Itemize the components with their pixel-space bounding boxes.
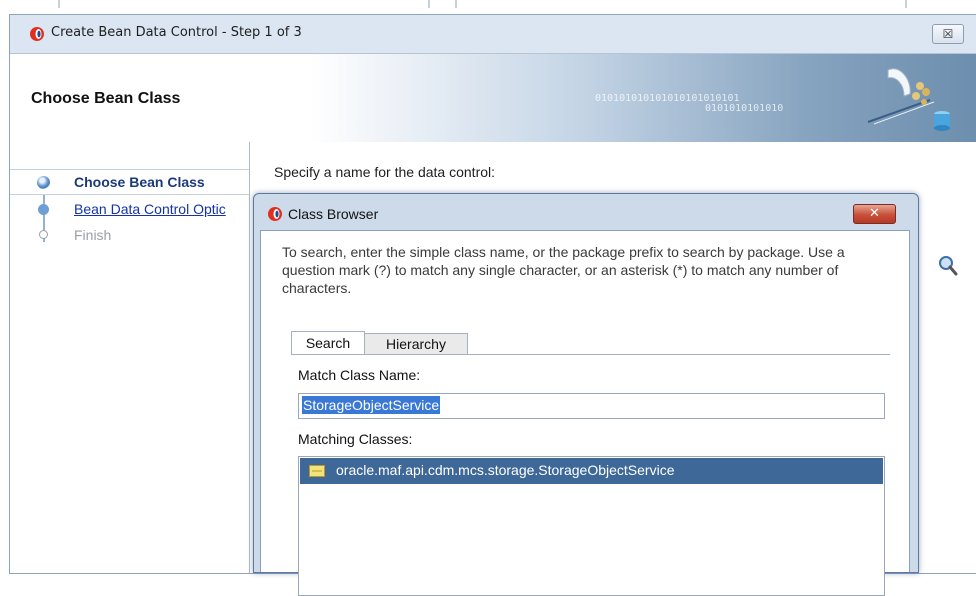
- oracle-app-icon: [29, 26, 45, 46]
- data-control-name-label: Specify a name for the data control:: [274, 164, 496, 180]
- background-divider: [905, 0, 907, 8]
- search-icon[interactable]: [938, 255, 958, 281]
- tab-search[interactable]: Search: [291, 331, 365, 355]
- wizard-graphic-icon: [860, 60, 960, 142]
- background-divider: [428, 0, 430, 8]
- dialog-title: Class Browser: [288, 206, 379, 222]
- step-icon: [38, 204, 49, 215]
- wizard-titlebar[interactable]: Create Bean Data Control - Step 1 of 3 ☒: [10, 15, 976, 51]
- binary-text: 0101010101010: [705, 103, 784, 114]
- step-label[interactable]: Bean Data Control Optic: [74, 201, 226, 217]
- page-title: Choose Bean Class: [31, 90, 181, 107]
- background-window-strip: [0, 0, 976, 14]
- list-item[interactable]: oracle.maf.api.cdm.mcs.storage.StorageOb…: [300, 458, 883, 484]
- search-instructions: To search, enter the simple class name, …: [282, 244, 845, 296]
- step-label: Finish: [74, 227, 112, 243]
- wizard-header-banner: Choose Bean Class 0101010101010101010101…: [10, 53, 976, 144]
- close-button[interactable]: ☒: [932, 24, 964, 44]
- dialog-titlebar[interactable]: Class Browser ✕: [254, 194, 918, 230]
- class-browser-dialog: Class Browser ✕ To search, enter the sim…: [253, 193, 919, 596]
- tab-hierarchy[interactable]: Hierarchy: [365, 333, 468, 355]
- steps-navigation: Choose Bean Class Bean Data Control Opti…: [10, 142, 250, 573]
- match-class-name-input[interactable]: StorageObjectService: [298, 393, 885, 419]
- class-icon: [309, 465, 325, 481]
- dialog-body: To search, enter the simple class name, …: [260, 230, 910, 596]
- oracle-app-icon: [267, 206, 283, 226]
- matching-classes-label: Matching Classes:: [298, 431, 413, 447]
- input-value: StorageObjectService: [302, 396, 441, 414]
- close-icon: ✕: [869, 206, 880, 221]
- close-button[interactable]: ✕: [853, 204, 896, 224]
- step-bean-data-control-options[interactable]: Bean Data Control Optic: [10, 195, 249, 221]
- background-divider: [455, 0, 457, 8]
- step-label: Choose Bean Class: [74, 174, 205, 190]
- step-finish: Finish: [10, 221, 249, 247]
- step-choose-bean-class[interactable]: Choose Bean Class: [10, 169, 249, 195]
- wizard-title: Create Bean Data Control - Step 1 of 3: [51, 25, 302, 40]
- search-tab-panel: Match Class Name: StorageObjectService M…: [291, 354, 890, 596]
- step-icon: [39, 230, 48, 239]
- class-name: oracle.maf.api.cdm.mcs.storage.StorageOb…: [336, 462, 675, 478]
- current-step-icon: [37, 176, 50, 189]
- header-binary-decoration: 010101010101010101010101 0101010101010: [595, 94, 783, 114]
- matching-classes-list[interactable]: oracle.maf.api.cdm.mcs.storage.StorageOb…: [298, 456, 885, 596]
- match-class-name-label: Match Class Name:: [298, 367, 421, 383]
- background-divider: [58, 0, 60, 8]
- close-icon: ☒: [942, 27, 954, 41]
